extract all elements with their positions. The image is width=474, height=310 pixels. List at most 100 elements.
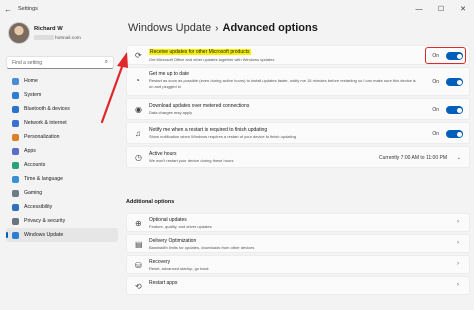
sidebar-item-system[interactable]: System <box>6 88 118 102</box>
chevron-right-icon: › <box>457 282 459 288</box>
notify-restart-toggle[interactable] <box>446 130 463 138</box>
sidebar-item-label: Gaming <box>24 190 43 196</box>
notify-restart-card: ♫ Notify me when a restart is required t… <box>126 122 470 144</box>
sidebar-item-label: Accounts <box>24 162 46 168</box>
chevron-right-icon: › <box>457 219 459 225</box>
annotation-box <box>425 47 466 64</box>
breadcrumb: Windows Update › Advanced options <box>128 22 318 34</box>
refresh-icon <box>12 231 19 239</box>
up-to-date-title: Get me up to date <box>149 71 190 77</box>
bluetooth-icon <box>12 105 19 113</box>
sidebar-item-privacy[interactable]: Privacy & security <box>6 214 118 228</box>
search-placeholder: Find a setting <box>12 60 43 66</box>
active-hours-title: Active hours <box>149 151 177 157</box>
sidebar-item-bluetooth[interactable]: Bluetooth & devices <box>6 102 118 116</box>
receive-updates-title: Receive updates for other Microsoft prod… <box>149 49 251 55</box>
recovery-icon: ⛁ <box>135 261 142 270</box>
shield-icon <box>12 217 19 225</box>
user-name: Richard W <box>34 26 63 32</box>
up-to-date-toggle[interactable] <box>446 78 463 86</box>
highlighted-text: Receive updates for other Microsoft prod… <box>149 49 251 55</box>
notify-restart-state: On <box>432 131 439 137</box>
clock-globe-icon <box>12 175 19 183</box>
refresh-icon: ⟳ <box>135 51 142 60</box>
metered-toggle[interactable] <box>446 106 463 114</box>
sidebar: Richard W hotmail.com Find a setting ⌕ H… <box>0 18 120 310</box>
additional-options-heading: Additional options <box>126 199 175 205</box>
back-arrow-icon[interactable]: ← <box>0 5 16 14</box>
sidebar-item-home[interactable]: Home <box>6 74 118 88</box>
sidebar-item-label: Bluetooth & devices <box>24 106 70 112</box>
optional-updates-title: Optional updates <box>149 217 187 223</box>
user-email-domain: hotmail.com <box>55 35 81 41</box>
sidebar-item-accessibility[interactable]: Accessibility <box>6 200 118 214</box>
gamepad-icon <box>12 189 19 197</box>
metered-card: ◉ Download updates over metered connecti… <box>126 98 470 120</box>
clock-icon: ◔ <box>135 76 140 85</box>
breadcrumb-separator: › <box>215 23 219 34</box>
restart-apps-icon: ⟲ <box>135 282 142 291</box>
delivery-optimization-card[interactable]: ▤ Delivery Optimization Bandwidth limits… <box>126 234 470 253</box>
delivery-optimization-description: Bandwidth limits for updates, downloads … <box>149 245 255 250</box>
sidebar-item-windows-update[interactable]: Windows Update <box>6 228 118 242</box>
active-hours-value: Currently 7:00 AM to 11:00 PM <box>379 155 447 161</box>
sidebar-item-label: Network & internet <box>24 120 67 126</box>
sidebar-item-personalization[interactable]: Personalization <box>6 130 118 144</box>
notify-restart-title: Notify me when a restart is required to … <box>149 127 268 133</box>
sidebar-item-label: Home <box>24 78 38 84</box>
restart-apps-card[interactable]: ⟲ Restart apps › <box>126 276 470 295</box>
paintbrush-icon <box>12 133 19 141</box>
up-to-date-state: On <box>432 79 439 85</box>
up-to-date-description: Restart as soon as possible (even during… <box>149 78 416 89</box>
recovery-card[interactable]: ⛁ Recovery Reset, advanced startup, go b… <box>126 255 470 274</box>
metered-icon: ◉ <box>135 105 142 114</box>
active-hours-card[interactable]: ◷ Active hours We won't restart your dev… <box>126 146 470 168</box>
clock-icon: ◷ <box>135 153 142 162</box>
user-profile[interactable]: Richard W hotmail.com <box>8 22 120 52</box>
sidebar-item-label: System <box>24 92 42 98</box>
optional-updates-card[interactable]: ⊕ Optional updates Feature, quality, and… <box>126 213 470 232</box>
accessibility-icon <box>12 203 19 211</box>
sidebar-item-label: Privacy & security <box>24 218 66 224</box>
chevron-right-icon: › <box>457 240 459 246</box>
up-to-date-card: ◔ Get me up to date Restart as soon as p… <box>126 67 470 96</box>
sidebar-item-accounts[interactable]: Accounts <box>6 158 118 172</box>
redacted-email-block <box>34 35 54 40</box>
metered-title: Download updates over metered connection… <box>149 103 250 109</box>
receive-updates-card: ⟳ Receive updates for other Microsoft pr… <box>126 45 470 65</box>
chevron-down-icon[interactable]: ⌄ <box>457 155 461 161</box>
metered-state: On <box>432 107 439 113</box>
sidebar-item-label: Accessibility <box>24 204 53 210</box>
sidebar-item-time-language[interactable]: Time & language <box>6 172 118 186</box>
close-button[interactable]: ✕ <box>452 0 474 18</box>
system-icon <box>12 91 19 99</box>
page-title: Advanced options <box>222 22 318 34</box>
receive-updates-description: Get Microsoft Office and other updates t… <box>149 57 275 62</box>
sidebar-item-gaming[interactable]: Gaming <box>6 186 118 200</box>
recovery-description: Reset, advanced startup, go back <box>149 266 209 271</box>
window-controls: — ☐ ✕ <box>408 0 474 18</box>
plus-circle-icon: ⊕ <box>135 219 142 228</box>
network-icon <box>12 119 19 127</box>
app-title: Settings <box>18 6 38 12</box>
sidebar-item-label: Time & language <box>24 176 64 182</box>
search-icon: ⌕ <box>104 59 108 65</box>
accounts-icon <box>12 161 19 169</box>
minimize-button[interactable]: — <box>408 0 430 18</box>
search-input[interactable]: Find a setting ⌕ <box>6 56 114 69</box>
sidebar-item-label: Apps <box>24 148 36 154</box>
sidebar-item-label: Personalization <box>24 134 60 140</box>
title-bar: ← Settings <box>0 0 474 18</box>
home-icon <box>12 77 19 85</box>
breadcrumb-parent[interactable]: Windows Update <box>128 22 211 34</box>
sidebar-nav: Home System Bluetooth & devices Network … <box>6 74 118 242</box>
sidebar-item-apps[interactable]: Apps <box>6 144 118 158</box>
sidebar-item-network[interactable]: Network & internet <box>6 116 118 130</box>
chevron-right-icon: › <box>457 261 459 267</box>
bell-icon: ♫ <box>135 129 141 138</box>
avatar <box>8 22 30 44</box>
delivery-icon: ▤ <box>135 240 143 249</box>
maximize-button[interactable]: ☐ <box>430 0 452 18</box>
delivery-optimization-title: Delivery Optimization <box>149 238 197 244</box>
recovery-title: Recovery <box>149 259 171 265</box>
